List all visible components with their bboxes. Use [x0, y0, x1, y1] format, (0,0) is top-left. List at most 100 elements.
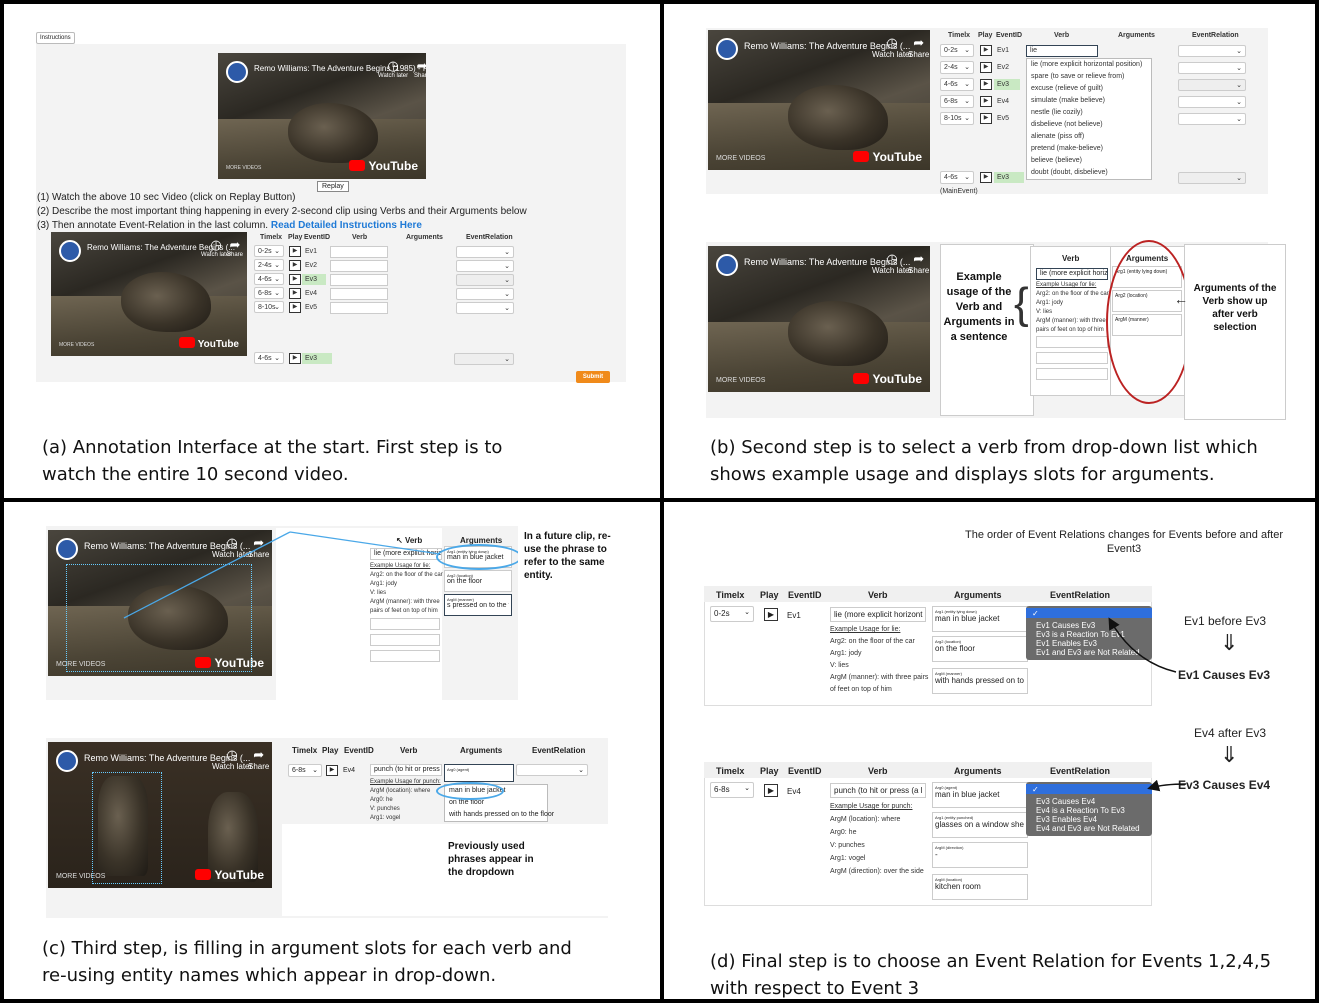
more-videos[interactable]: MORE VIDEOS: [716, 155, 765, 162]
verb-input-selected[interactable]: punch (to hit or press (a l: [830, 783, 926, 798]
timex-select-0[interactable]: 0-2s ⌄: [940, 44, 974, 57]
relation-option[interactable]: Ev4 is a Reaction To Ev3: [1026, 806, 1152, 815]
arg-slot-agent[interactable]: Arg0 (agent): [444, 764, 514, 782]
play-button[interactable]: ▶: [980, 62, 992, 73]
play-button[interactable]: ▶: [764, 608, 778, 621]
play-button[interactable]: ▶: [289, 302, 301, 313]
relation-select[interactable]: ⌄: [516, 764, 588, 776]
play-button[interactable]: ▶: [326, 765, 338, 776]
verb-input[interactable]: [370, 618, 440, 630]
play-button[interactable]: ▶: [289, 353, 301, 364]
suggestion-item[interactable]: believe (believe): [1027, 155, 1151, 167]
submit-button[interactable]: Submit: [576, 371, 610, 383]
timex-select-2[interactable]: 4-6s ⌄: [254, 273, 284, 285]
relation-select[interactable]: ⌄: [1178, 113, 1246, 125]
share-button[interactable]: ➦Share: [248, 748, 269, 772]
main-video-player[interactable]: Remo Williams: The Adventure Begins (198…: [218, 53, 426, 179]
suggestion-item[interactable]: alienate (piss off): [1027, 131, 1151, 143]
timex-select-1[interactable]: 2-4s ⌄: [254, 259, 284, 271]
relation-select[interactable]: ⌄: [456, 246, 514, 258]
relation-select[interactable]: ⌄: [1178, 45, 1246, 57]
arg-slot[interactable]: Arg1 (entity punched) glasses on a windo…: [932, 812, 1028, 838]
arg-slot[interactable]: Arg1 (entity lying down) man in blue jac…: [932, 606, 1028, 632]
relation-select[interactable]: ⌄: [1178, 62, 1246, 74]
instructions-tab[interactable]: Instructions: [36, 32, 75, 44]
timex-select-1[interactable]: 2-4s ⌄: [940, 61, 974, 74]
watch-later-button[interactable]: ◷ Watch later: [212, 536, 252, 560]
verb-input[interactable]: [330, 302, 388, 314]
share-button[interactable]: ➦Share: [414, 59, 426, 80]
relation-select[interactable]: ⌄: [456, 260, 514, 272]
relation-option[interactable]: Ev3 Causes Ev4: [1026, 794, 1152, 806]
video-player[interactable]: Remo Williams: The Adventure Begins (...…: [708, 30, 930, 170]
arg-slot[interactable]: ArgM (direction) -: [932, 842, 1028, 868]
suggestion-item[interactable]: simulate (make believe): [1027, 95, 1151, 107]
share-button[interactable]: ➦Share: [227, 238, 243, 259]
timex-select[interactable]: 6-8s ⌄: [710, 782, 754, 798]
video-player-2[interactable]: Remo Williams: The Adventure Begins (...…: [708, 246, 930, 392]
timex-select-0[interactable]: 0-2s ⌄: [254, 245, 284, 257]
timex-select-4[interactable]: 8-10s ⌄: [940, 112, 974, 125]
verb-input[interactable]: [1036, 352, 1108, 364]
play-button[interactable]: ▶: [289, 288, 301, 299]
more-videos[interactable]: MORE VIDEOS: [226, 165, 261, 171]
verb-input-selected[interactable]: lie (more explicit horizon: [1036, 268, 1108, 280]
more-videos[interactable]: MORE VIDEOS: [716, 377, 765, 384]
arg-slot-arg2[interactable]: Arg2 (location) on the floor: [444, 570, 512, 592]
suggestion-item[interactable]: spare (to save or relieve from): [1027, 71, 1151, 83]
relation-dropdown-1[interactable]: ✓ Ev1 Causes Ev3 Ev3 is a Reaction To Ev…: [1026, 606, 1152, 660]
arg-slot-argm[interactable]: ArgM (manner) s pressed on to the floor: [444, 594, 512, 616]
timex-select-main[interactable]: 4-6s ⌄: [940, 171, 974, 184]
suggestion-item[interactable]: excuse (relieve of guilt): [1027, 83, 1151, 95]
replay-button[interactable]: Replay: [317, 181, 349, 192]
suggestion-item[interactable]: lie (more explicit horizontal position): [1027, 59, 1151, 71]
watch-later-button[interactable]: ◷ Watch later: [872, 252, 912, 276]
instructions-link[interactable]: Read Detailed Instructions Here: [271, 220, 422, 231]
verb-input[interactable]: [1036, 336, 1108, 348]
arg-slot[interactable]: Arg0 (agent) man in blue jacket: [932, 782, 1028, 808]
play-button[interactable]: ▶: [764, 784, 778, 797]
relation-option[interactable]: Ev4 and Ev3 are Not Related: [1026, 824, 1152, 833]
watch-later-button[interactable]: ◷ Watch later: [212, 748, 252, 772]
arg-slot[interactable]: Arg2 (location) on the floor: [932, 636, 1028, 662]
watch-later-button[interactable]: ◷ Watch later: [872, 36, 912, 60]
timex-select-3[interactable]: 6-8s ⌄: [940, 95, 974, 108]
arg-slot[interactable]: ArgM (manner) with hands pressed on to: [932, 668, 1028, 694]
verb-suggestions-dropdown[interactable]: lie (more explicit horizontal position) …: [1026, 58, 1152, 180]
relation-select[interactable]: ⌄: [456, 288, 514, 300]
verb-input[interactable]: [330, 246, 388, 258]
play-button[interactable]: ▶: [980, 96, 992, 107]
timex-select-4[interactable]: 8-10s ⌄: [254, 301, 284, 313]
relation-option[interactable]: Ev1 Causes Ev3: [1026, 618, 1152, 630]
arg-slot[interactable]: ArgM (location) kitchen room: [932, 874, 1028, 900]
relation-select[interactable]: ⌄: [456, 302, 514, 314]
play-button[interactable]: ▶: [289, 260, 301, 271]
timex-select-main[interactable]: 4-6s ⌄: [254, 352, 284, 364]
play-button[interactable]: ▶: [289, 274, 301, 285]
verb-input[interactable]: [1036, 368, 1108, 380]
relation-dropdown-2[interactable]: ✓ Ev3 Causes Ev4 Ev4 is a Reaction To Ev…: [1026, 782, 1152, 836]
verb-input-selected[interactable]: lie (more explicit horizon: [370, 548, 442, 560]
suggestion-item[interactable]: disbelieve (not believe): [1027, 119, 1151, 131]
relation-option[interactable]: Ev1 and Ev3 are Not Related: [1026, 648, 1152, 657]
suggestion-item[interactable]: nestle (lie cozily): [1027, 107, 1151, 119]
share-button[interactable]: ➦Share: [908, 36, 929, 60]
verb-input-selected[interactable]: lie (more explicit horizont: [830, 607, 926, 622]
timex-select[interactable]: 0-2s ⌄: [710, 606, 754, 622]
play-button[interactable]: ▶: [289, 246, 301, 257]
annotation-video-player[interactable]: Remo Williams: The Adventure Begins (...…: [51, 232, 247, 356]
relation-option[interactable]: Ev3 is a Reaction To Ev1: [1026, 630, 1152, 639]
relation-select[interactable]: ⌄: [1178, 96, 1246, 108]
video-player-2[interactable]: Remo Williams: The Adventure Begins (...…: [48, 742, 272, 888]
play-button[interactable]: ▶: [980, 45, 992, 56]
verb-input-selected[interactable]: punch (to hit or press (a l: [370, 764, 442, 776]
verb-input[interactable]: [370, 650, 440, 662]
share-button[interactable]: ➦Share: [908, 252, 929, 276]
share-button[interactable]: ➦Share: [248, 536, 269, 560]
relation-option[interactable]: Ev1 Enables Ev3: [1026, 639, 1152, 648]
phrase-item[interactable]: with hands pressed on to the floor: [445, 809, 554, 821]
verb-input[interactable]: [330, 274, 388, 286]
timex-select-2[interactable]: 4-6s ⌄: [940, 78, 974, 91]
more-videos[interactable]: MORE VIDEOS: [59, 342, 94, 348]
watch-later-button[interactable]: ◷ Watch later: [378, 59, 408, 80]
